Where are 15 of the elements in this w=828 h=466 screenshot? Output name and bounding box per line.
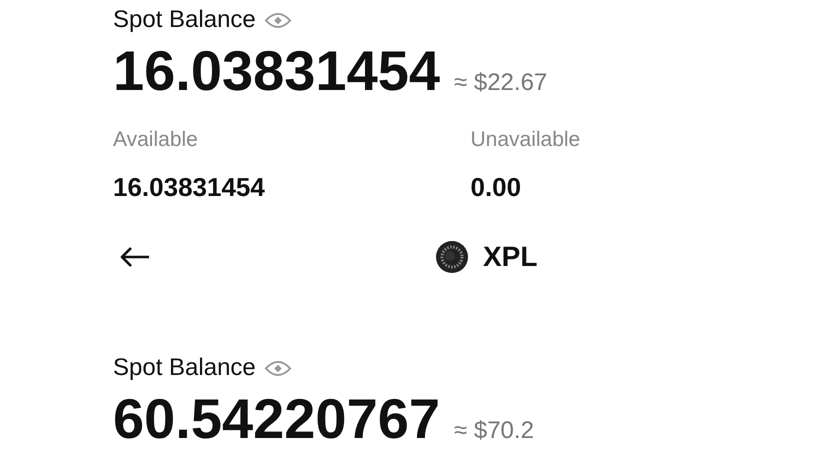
detail-label: Available: [113, 127, 199, 153]
balance-label: Spot Balance: [113, 6, 256, 34]
coin-title: XPL: [483, 241, 538, 273]
balance-amount: 60.54220767: [113, 386, 440, 452]
fiat-value: ≈ $22.67: [454, 69, 548, 97]
balance-amount: 16.03831454: [113, 38, 440, 104]
balance-label: Spot Balance: [113, 354, 256, 382]
detail-value: 0.00: [470, 172, 522, 202]
fiat-value: ≈ $70.2: [454, 417, 534, 445]
back-arrow-icon[interactable]: [119, 245, 151, 269]
eye-icon[interactable]: [264, 10, 292, 30]
eye-icon[interactable]: [264, 358, 292, 378]
detail-label: Unavailable: [470, 127, 582, 153]
coin-icon: [435, 240, 469, 274]
detail-value: 16.03831454: [113, 172, 266, 202]
